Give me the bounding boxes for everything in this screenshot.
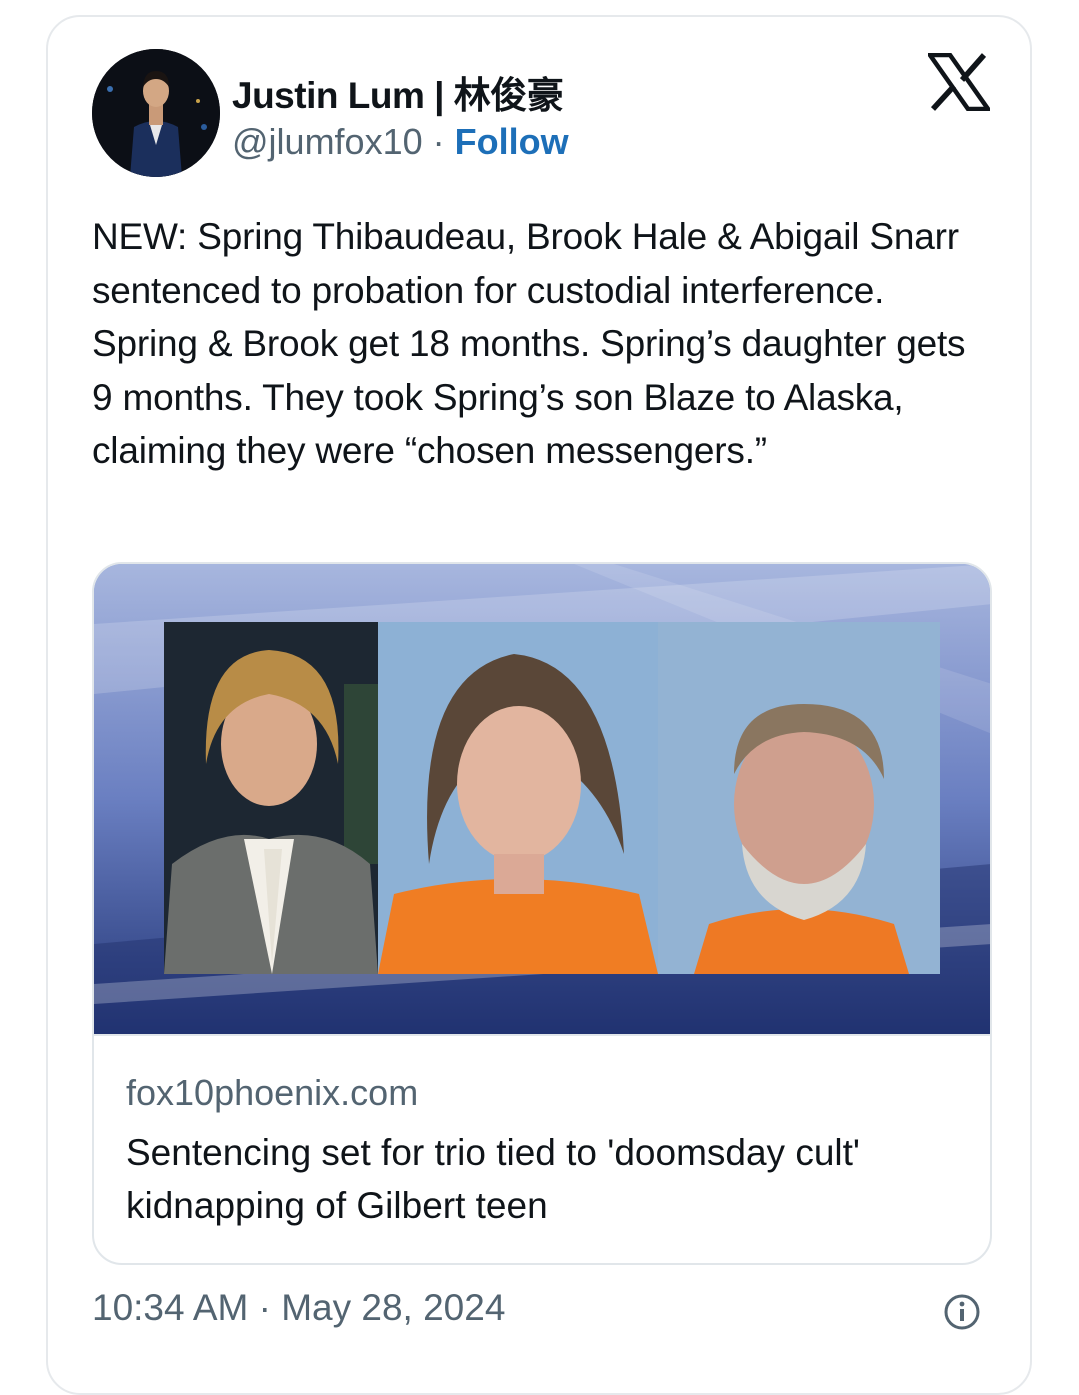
- link-domain: fox10phoenix.com: [126, 1072, 419, 1113]
- link-preview-image: [94, 564, 990, 1034]
- tweet-text: NEW: Spring Thibaudeau, Brook Hale & Abi…: [92, 216, 966, 471]
- follow-button[interactable]: Follow: [455, 121, 569, 162]
- info-icon[interactable]: [943, 1293, 981, 1331]
- avatar-image: [92, 49, 220, 177]
- link-title: Sentencing set for trio tied to 'doomsda…: [126, 1132, 860, 1226]
- separator-dot: ·: [422, 121, 455, 162]
- x-logo-icon[interactable]: [928, 53, 990, 111]
- tweet-timestamp[interactable]: 10:34 AM · May 28, 2024: [92, 1287, 505, 1329]
- author-display-name[interactable]: Justin Lum | 林俊豪: [232, 65, 564, 119]
- card-divider: [94, 1034, 990, 1036]
- author-handle-row: @jlumfox10 · Follow: [232, 121, 569, 163]
- link-preview-card[interactable]: fox10phoenix.com Sentencing set for trio…: [92, 562, 992, 1265]
- author-handle[interactable]: @jlumfox10: [232, 121, 423, 162]
- mugshots-image: [94, 564, 990, 1034]
- tweet-card: Justin Lum | 林俊豪 @jlumfox10 · Follow NEW…: [46, 15, 1032, 1395]
- avatar[interactable]: [92, 49, 220, 177]
